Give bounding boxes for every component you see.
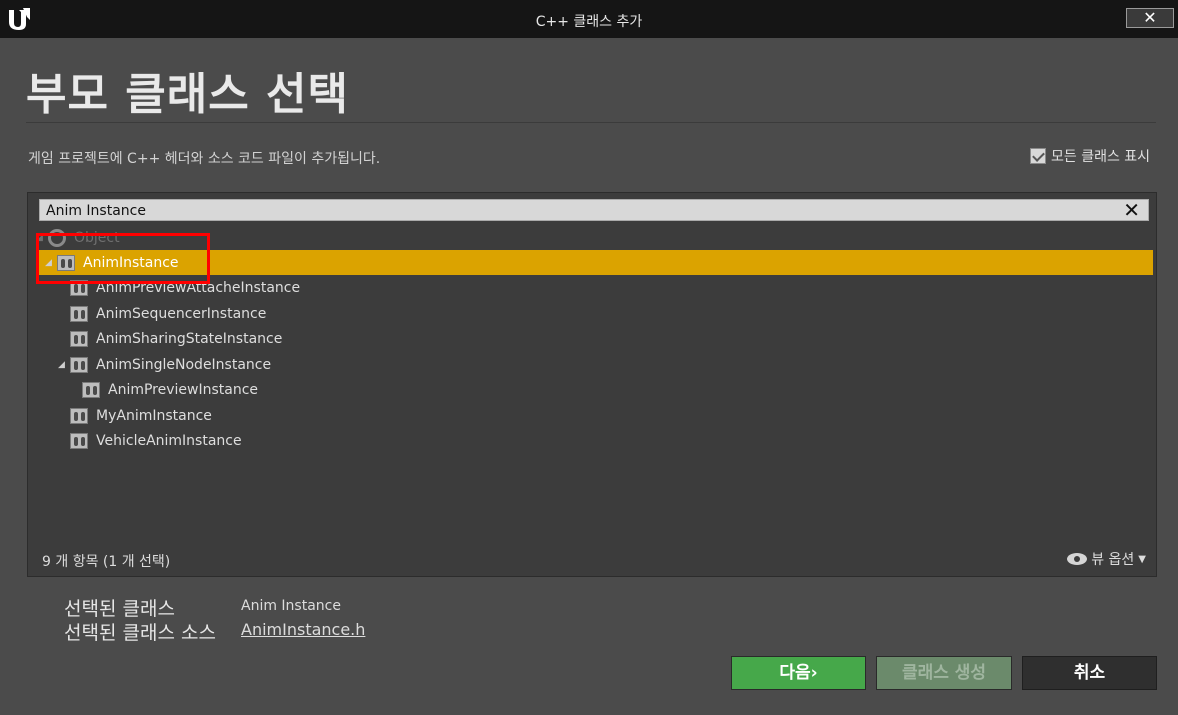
next-button-label: 다음 xyxy=(779,663,811,683)
add-cpp-class-dialog: C++ 클래스 추가 ✕ 부모 클래스 선택 게임 프로젝트에 C++ 헤더와 … xyxy=(0,0,1178,715)
dialog-content: 부모 클래스 선택 게임 프로젝트에 C++ 헤더와 소스 코드 파일이 추가됩… xyxy=(0,38,1178,715)
anim-class-icon xyxy=(70,407,88,424)
item-count: 9 개 항목 (1 개 선택) xyxy=(42,554,171,570)
chevron-right-icon: › xyxy=(810,663,818,683)
page-title: 부모 클래스 선택 xyxy=(26,69,349,120)
anim-class-icon xyxy=(82,381,100,398)
selected-class-value: Anim Instance xyxy=(241,598,341,614)
caret-down-icon: ▼ xyxy=(1138,553,1146,565)
view-options-button[interactable]: 뷰 옵션 ▼ xyxy=(1067,549,1146,569)
tree-item-label: AnimSharingStateInstance xyxy=(96,330,283,347)
show-all-classes-checkbox[interactable] xyxy=(1030,148,1046,164)
selected-class-label: 선택된 클래스 xyxy=(64,598,175,620)
anim-class-icon xyxy=(70,432,88,449)
cancel-button[interactable]: 취소 xyxy=(1022,656,1157,690)
show-all-classes-label: 모든 클래스 표시 xyxy=(1051,149,1151,165)
anim-class-icon xyxy=(70,305,88,322)
create-class-button[interactable]: 클래스 생성 xyxy=(876,656,1012,690)
show-all-classes-toggle[interactable]: 모든 클래스 표시 xyxy=(1030,146,1150,166)
anim-class-icon xyxy=(70,330,88,347)
eye-icon xyxy=(1067,553,1088,565)
tree-item-animsinglenodeinstance[interactable]: ◢ AnimSingleNodeInstance xyxy=(28,352,1158,377)
window-title: C++ 클래스 추가 xyxy=(535,14,643,30)
search-input[interactable] xyxy=(46,202,1106,220)
selected-class-source-link[interactable]: AnimInstance.h xyxy=(241,620,365,639)
close-button[interactable]: ✕ xyxy=(1126,8,1174,28)
anim-class-icon xyxy=(70,356,88,373)
tree-item-label: AnimPreviewInstance xyxy=(108,381,259,398)
tree-item-label: VehicleAnimInstance xyxy=(96,432,242,449)
title-bar[interactable]: C++ 클래스 추가 ✕ xyxy=(0,0,1178,38)
view-options-label: 뷰 옵션 xyxy=(1091,552,1135,568)
tree-item-label: AnimSequencerInstance xyxy=(96,305,267,322)
selected-class-source-label: 선택된 클래스 소스 xyxy=(64,622,216,644)
tree-item-animsequencerinstance[interactable]: AnimSequencerInstance xyxy=(28,301,1158,326)
tree-item-label: MyAnimInstance xyxy=(96,407,212,424)
search-box[interactable]: ✕ xyxy=(39,199,1149,221)
next-button[interactable]: 다음› xyxy=(731,656,866,690)
annotation-highlight-box xyxy=(36,233,210,284)
tree-item-animsharingstateinstance[interactable]: AnimSharingStateInstance xyxy=(28,326,1158,351)
tree-item-animpreviewinstance[interactable]: AnimPreviewInstance xyxy=(28,377,1158,402)
collapse-arrow-icon[interactable]: ◢ xyxy=(58,360,68,370)
tree-item-myaniminstance[interactable]: MyAnimInstance xyxy=(28,403,1158,428)
heading-divider xyxy=(26,122,1156,123)
tree-item-vehicleaniminstance[interactable]: VehicleAnimInstance xyxy=(28,428,1158,453)
clear-search-icon[interactable]: ✕ xyxy=(1123,199,1140,221)
page-subtitle: 게임 프로젝트에 C++ 헤더와 소스 코드 파일이 추가됩니다. xyxy=(28,151,381,167)
tree-item-label: AnimSingleNodeInstance xyxy=(96,356,272,373)
